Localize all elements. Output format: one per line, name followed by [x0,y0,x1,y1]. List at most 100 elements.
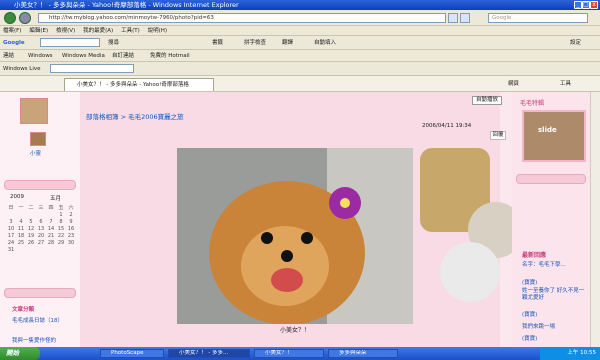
weekday: 六 [68,205,74,211]
minimize-button[interactable]: _ [574,1,582,9]
calendar-day[interactable] [66,246,76,253]
calendar-day[interactable]: 27 [36,239,46,246]
page-menu[interactable]: 網頁 [508,79,519,87]
link-windows-media[interactable]: Windows Media [62,51,105,61]
calendar-day[interactable]: 18 [16,232,26,239]
calendar-day[interactable] [16,246,26,253]
calendar-day[interactable]: 1 [56,211,66,218]
main-photo[interactable] [177,148,413,324]
windows-live-label[interactable]: Windows Live [3,64,41,74]
back-icon[interactable] [4,12,16,24]
calendar-day[interactable] [26,246,36,253]
photo-caption: 小美女？！ [280,327,311,334]
address-bar[interactable]: http://tw.myblog.yahoo.com/minmoytw-7960… [38,13,446,23]
taskbar-item[interactable]: PhotoScape [100,349,164,358]
tab-current[interactable]: 小美女？！ - 多多與朵朵 - Yahoo!奇摩部落格 [64,78,214,91]
vertical-scrollbar[interactable] [590,92,600,347]
autofill-button[interactable]: 自動填入 [314,38,336,48]
calendar-day[interactable] [56,246,66,253]
calendar-day[interactable] [26,211,36,218]
category-item[interactable]: 毛毛成長日誌（18） [12,318,76,325]
autoplay-button[interactable]: 自動播放 [472,96,502,105]
calendar-day[interactable]: 7 [46,218,56,225]
calendar-day[interactable]: 20 [36,232,46,239]
google-toolbar: Google 搜尋 書籤 拼字檢查 翻譯 自動填入 設定 [0,36,600,50]
menu-favorites[interactable]: 我的最愛(A) [83,28,113,34]
calendar-day[interactable]: 10 [6,225,16,232]
calendar-day[interactable]: 5 [26,218,36,225]
taskbar-item[interactable]: 小美女？！ [254,349,324,358]
forward-icon[interactable] [19,12,31,24]
calendar-day[interactable]: 3 [6,218,16,225]
calendar-day[interactable] [36,246,46,253]
category-item[interactable]: 我與一隻愛作怪的 [12,338,76,345]
calendar-year[interactable]: 2009 [10,194,24,200]
calendar-day[interactable]: 2 [66,211,76,218]
calendar-day[interactable]: 28 [46,239,56,246]
calendar-day[interactable]: 29 [56,239,66,246]
link-windows[interactable]: Windows [28,51,53,61]
slideshow-widget[interactable]: slide [522,110,586,162]
calendar-day[interactable]: 24 [6,239,16,246]
close-button[interactable]: x [590,1,598,9]
search-input[interactable]: Google [488,13,588,23]
live-search-field[interactable] [50,64,134,73]
calendar-day[interactable]: 6 [36,218,46,225]
category-header [4,288,76,298]
calendar-day[interactable] [16,211,26,218]
calendar-day[interactable]: 19 [26,232,36,239]
calendar-month[interactable]: 五月 [50,194,61,202]
calendar-day[interactable] [46,211,56,218]
calendar-day[interactable]: 30 [66,239,76,246]
google-search-field[interactable] [40,38,100,47]
calendar-day[interactable] [46,246,56,253]
calendar-day[interactable]: 8 [56,218,66,225]
taskbar-item[interactable]: 多多與朵朵 [328,349,398,358]
recent-comment-author[interactable]: (寶寶) [522,310,588,318]
calendar-day[interactable]: 4 [16,218,26,225]
menu-edit[interactable]: 編輯(E) [29,28,48,34]
taskbar-item[interactable]: 小美女？！ - 多多... [168,349,250,358]
translate-button[interactable]: 翻譯 [282,38,293,48]
calendar-day[interactable]: 9 [66,218,76,225]
menu-help[interactable]: 說明(H) [148,28,167,34]
user-name[interactable]: 小靈 [30,149,41,157]
menu-view[interactable]: 檢視(V) [56,28,75,34]
calendar-day[interactable]: 14 [46,225,56,232]
tools-menu[interactable]: 工具 [560,79,571,87]
calendar-day[interactable]: 15 [56,225,66,232]
calendar-day[interactable]: 17 [6,232,16,239]
calendar-day[interactable]: 16 [66,225,76,232]
calendar-day[interactable] [6,211,16,218]
start-button[interactable]: 開始 [0,347,40,360]
calendar-day[interactable]: 31 [6,246,16,253]
link-custom[interactable]: 自訂連結 [112,51,134,61]
link-hotmail[interactable]: 免費的 Hotmail [150,51,190,61]
bookmarks-button[interactable]: 書籤 [212,38,223,48]
calendar-day[interactable]: 22 [56,232,66,239]
calendar-day[interactable]: 13 [36,225,46,232]
settings-button[interactable]: 設定 [570,38,581,48]
refresh-icon[interactable] [448,13,458,23]
weekday: 四 [48,205,54,211]
recent-comment[interactable]: 名字：毛毛下學... [522,262,588,269]
spellcheck-button[interactable]: 拼字檢查 [244,38,266,48]
calendar-day[interactable] [36,211,46,218]
calendar-day[interactable]: 11 [16,225,26,232]
menu-tools[interactable]: 工具(T) [121,28,140,34]
calendar-day[interactable]: 12 [26,225,36,232]
recent-comment-author[interactable]: (寶寶) [522,334,588,342]
recent-comment[interactable]: 姓一至養你了 好久不見一顆尤愛好 [522,288,588,302]
calendar-day[interactable]: 25 [16,239,26,246]
stop-icon[interactable] [460,13,470,23]
recent-comment-author[interactable]: (寶寶) [522,278,588,286]
menu-file[interactable]: 檔案(F) [3,28,21,34]
calendar-day[interactable]: 23 [66,232,76,239]
google-search-button[interactable]: 搜尋 [108,38,119,48]
breadcrumb[interactable]: 部落格相簿 > 毛毛2006寶麗之旅 [86,111,184,121]
calendar-day[interactable]: 21 [46,232,56,239]
recent-comment[interactable]: 我們來跳一場 [522,322,588,330]
reply-button[interactable]: 回覆 [490,131,506,140]
maximize-button[interactable]: □ [582,1,590,9]
calendar-day[interactable]: 26 [26,239,36,246]
